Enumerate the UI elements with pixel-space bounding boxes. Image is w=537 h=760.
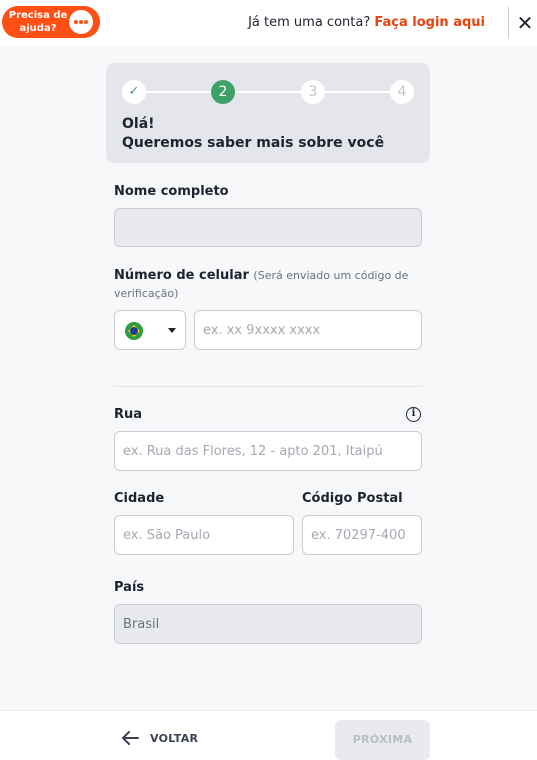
phone-input[interactable]: [194, 310, 422, 350]
progress-stepper: ✓ 2 3 4 Olá! Queremos saber mais sobre v…: [106, 63, 430, 163]
street-input[interactable]: [114, 431, 422, 471]
country-label: País: [114, 580, 145, 595]
postal-code-input[interactable]: [302, 515, 422, 555]
info-icon[interactable]: i: [406, 407, 421, 422]
close-icon[interactable]: ✕: [515, 12, 535, 34]
footer-bar: VOLTAR PRÓXIMA: [0, 710, 537, 760]
login-link[interactable]: Faça login aqui: [374, 15, 485, 30]
step-1-check-icon: ✓: [122, 80, 146, 104]
full-name-label: Nome completo: [114, 184, 229, 199]
have-account-text: Já tem uma conta?: [248, 15, 371, 30]
greeting-subtitle: Queremos saber mais sobre você: [122, 135, 385, 151]
arrow-left-icon: [122, 731, 139, 745]
greeting: Olá!: [122, 116, 155, 132]
phone-label: Número de celular (Será enviado um códig…: [114, 268, 408, 283]
login-prompt: Já tem uma conta? Faça login aqui: [248, 15, 485, 30]
street-label: Rua: [114, 407, 143, 422]
city-input[interactable]: [114, 515, 294, 555]
next-button[interactable]: PRÓXIMA: [335, 720, 430, 760]
brazil-flag-icon: [125, 322, 143, 340]
header-divider: [508, 7, 509, 39]
caret-down-icon: [168, 328, 176, 333]
phone-hint: (Será enviado um código de: [253, 269, 409, 282]
top-bar: Precisa de ajuda? Já tem uma conta? Faça…: [0, 0, 537, 46]
section-divider: [114, 386, 422, 387]
step-4: 4: [390, 80, 414, 104]
country-input[interactable]: [114, 604, 422, 644]
phone-hint-continued: verificação): [114, 287, 179, 300]
chat-bubble-icon: [69, 10, 93, 34]
full-name-input[interactable]: [114, 208, 422, 247]
back-button-label: VOLTAR: [150, 732, 199, 745]
phone-label-text: Número de celular: [114, 268, 249, 283]
help-button[interactable]: Precisa de ajuda?: [2, 6, 100, 38]
stepper-track: [134, 91, 402, 93]
step-3: 3: [301, 80, 325, 104]
step-2: 2: [211, 80, 235, 104]
city-label: Cidade: [114, 491, 165, 506]
postal-code-label: Código Postal: [302, 491, 403, 506]
help-button-label: Precisa de ajuda?: [8, 10, 68, 34]
country-code-select[interactable]: [114, 310, 186, 350]
